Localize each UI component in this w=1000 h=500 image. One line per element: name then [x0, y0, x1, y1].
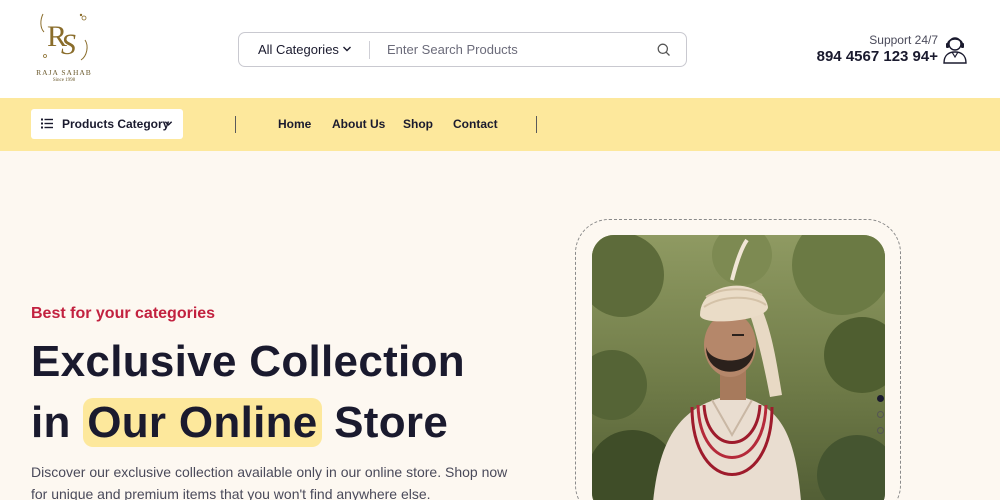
hero-title-highlight: Our Online [83, 398, 322, 447]
support-info: Support 24/7 894 4567 123 94+ [817, 33, 938, 65]
slider-dot-3[interactable] [877, 427, 884, 434]
site-header: R S RAJA SAHAB Since 1998 All Categories… [0, 0, 1000, 98]
chevron-down-icon [164, 121, 173, 126]
brand-logo[interactable]: R S RAJA SAHAB Since 1998 [34, 10, 94, 90]
slider-dot-1[interactable] [877, 395, 884, 402]
hero-title-line-2: in Our Online Store [31, 398, 448, 448]
support-phone[interactable]: 894 4567 123 94+ [817, 48, 938, 65]
brand-name: RAJA SAHAB [36, 68, 92, 77]
search-bar: All Categories [238, 32, 687, 67]
search-icon[interactable] [656, 42, 672, 58]
list-icon [41, 118, 53, 129]
svg-text:S: S [61, 28, 76, 61]
nav-divider [536, 116, 537, 133]
hero-description: Discover our exclusive collection availa… [31, 464, 508, 500]
search-category-select[interactable]: All Categories [258, 33, 339, 66]
hero-tagline: Best for your categories [31, 305, 216, 322]
hero-title-line-1: Exclusive Collection [31, 337, 465, 386]
hero-title-in: in [31, 398, 71, 447]
products-category-button[interactable]: Products Category [31, 109, 183, 139]
logo-mark: R S [37, 10, 91, 64]
nav-link-home[interactable]: Home [278, 98, 311, 151]
hero-title-store: Store [334, 398, 449, 447]
nav-link-contact[interactable]: Contact [453, 98, 498, 151]
nav-link-about-us[interactable]: About Us [332, 98, 385, 151]
search-divider [369, 41, 370, 59]
nav-divider [235, 116, 236, 133]
nav-link-shop[interactable]: Shop [403, 98, 433, 151]
slider-dot-2[interactable] [877, 411, 884, 418]
hero-image [592, 235, 885, 500]
chevron-down-icon[interactable] [342, 44, 352, 54]
slider-dots [876, 395, 886, 437]
support-label: Support 24/7 [869, 33, 938, 47]
support-agent-icon [943, 37, 967, 64]
products-category-label: Products Category [62, 117, 170, 131]
brand-since: Since 1998 [52, 78, 76, 83]
main-navbar: Products Category Home About Us Shop Con… [0, 98, 1000, 151]
search-input[interactable] [387, 33, 637, 66]
